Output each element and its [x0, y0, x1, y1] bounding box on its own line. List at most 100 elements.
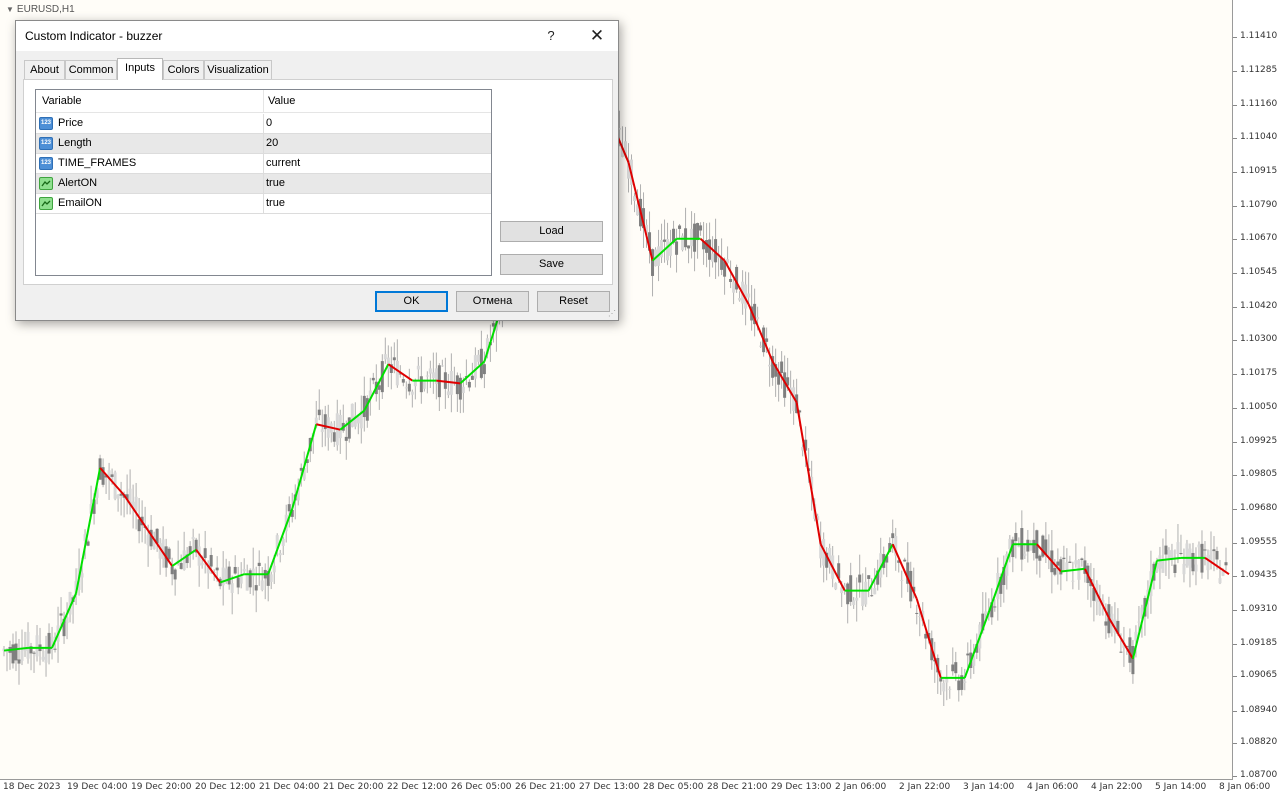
reset-button[interactable]: Reset [537, 291, 610, 312]
price-tick-label: 1.09680 [1240, 502, 1278, 513]
dialog-title: Custom Indicator - buzzer [25, 29, 163, 43]
candle-body [383, 354, 387, 360]
row-divider [263, 114, 264, 134]
candle-body [1176, 542, 1180, 555]
candle-body [687, 245, 691, 249]
candle-body [1203, 549, 1207, 551]
candle-body [287, 504, 291, 512]
candle-body [17, 659, 21, 664]
tab-visualization[interactable]: Visualization [204, 60, 272, 79]
candle-body [236, 577, 240, 588]
dialog-titlebar[interactable]: Custom Indicator - buzzer ? ✕ [16, 21, 618, 51]
price-tick-label: 1.09435 [1240, 569, 1278, 580]
candle-body [1179, 552, 1183, 554]
header-divider[interactable] [263, 90, 264, 112]
time-tick-label: 19 Dec 20:00 [131, 782, 192, 792]
candle-body [1062, 557, 1066, 560]
tab-colors[interactable]: Colors [163, 60, 204, 79]
time-tick-label: 21 Dec 04:00 [259, 782, 320, 792]
param-value[interactable]: 20 [266, 137, 278, 149]
candle-body [170, 566, 174, 575]
candle-body [410, 391, 414, 395]
candle-body [756, 317, 760, 320]
candle-body [1071, 580, 1075, 582]
candle-body [903, 559, 907, 562]
param-value[interactable]: true [266, 197, 285, 209]
save-button[interactable]: Save [500, 254, 603, 275]
number-type-icon: 123 [39, 117, 53, 130]
param-value[interactable]: 0 [266, 117, 272, 129]
row-divider [263, 154, 264, 174]
candle-body [1131, 645, 1135, 675]
indicator-line-segment [747, 303, 774, 362]
time-tick-label: 20 Dec 12:00 [195, 782, 256, 792]
price-tick-label: 1.11160 [1240, 99, 1278, 110]
candle-body [440, 365, 444, 367]
candle-body [473, 355, 477, 379]
candle-body [1104, 621, 1108, 626]
candle-body [765, 338, 769, 342]
param-name: AlertON [58, 177, 98, 189]
candle-body [954, 662, 958, 674]
cancel-button[interactable]: Отмена [456, 291, 529, 312]
candle-body [891, 533, 895, 539]
boolean-type-glyph [41, 200, 51, 207]
candle-body [344, 436, 348, 441]
candle-body [942, 682, 946, 692]
candle-body [419, 376, 423, 393]
resize-grip-icon[interactable]: ⋰ [608, 310, 616, 318]
candle-body [768, 364, 772, 367]
candle-body [1185, 543, 1189, 566]
candle-body [371, 377, 375, 381]
tab-common[interactable]: Common [65, 60, 117, 79]
param-value[interactable]: current [266, 157, 300, 169]
param-row-price[interactable]: 123 Price 0 [36, 114, 491, 134]
price-tick-label: 1.11040 [1240, 131, 1278, 142]
header-value[interactable]: Value [268, 95, 295, 107]
ok-button[interactable]: OK [375, 291, 448, 312]
price-tick-mark [1233, 105, 1237, 107]
tab-about[interactable]: About [24, 60, 65, 79]
candle-body [1065, 562, 1069, 570]
candle-body [1197, 544, 1201, 548]
candle-body [873, 588, 877, 595]
time-tick-label: 29 Dec 13:00 [771, 782, 832, 792]
candle-body [1014, 533, 1018, 542]
candle-body [834, 583, 838, 590]
candle-body [1023, 553, 1027, 556]
param-row-emailon[interactable]: EmailON true [36, 194, 491, 214]
param-row-length[interactable]: 123 Length 20 [36, 134, 491, 154]
row-divider [263, 134, 264, 154]
candle-body [660, 239, 664, 258]
candle-body [1206, 554, 1210, 571]
param-row-time-frames[interactable]: 123 TIME_FRAMES current [36, 154, 491, 174]
tab-inputs[interactable]: Inputs [117, 58, 163, 80]
price-tick-label: 1.09185 [1240, 637, 1278, 648]
help-button[interactable]: ? [538, 25, 564, 47]
param-name: Length [58, 137, 92, 149]
indicator-line-segment [627, 162, 654, 261]
chart-menu-icon[interactable]: ▼ [6, 5, 14, 14]
price-tick-label: 1.08700 [1240, 770, 1278, 780]
candle-body [254, 585, 258, 591]
price-tick-mark [1233, 441, 1237, 443]
indicator-line-segment [963, 612, 990, 679]
close-button[interactable]: ✕ [584, 25, 610, 47]
candle-body [467, 381, 471, 388]
header-variable[interactable]: Variable [42, 95, 82, 107]
price-tick-mark [1233, 474, 1237, 476]
candle-body [738, 298, 742, 301]
price-tick-mark [1233, 643, 1237, 645]
price-tick-label: 1.10790 [1240, 200, 1278, 211]
price-tick-label: 1.10420 [1240, 300, 1278, 311]
symbol-label: ▼ EURUSD,H1 [6, 4, 75, 15]
price-tick-mark [1233, 609, 1237, 611]
param-value[interactable]: true [266, 177, 285, 189]
param-row-alerton[interactable]: AlertON true [36, 174, 491, 194]
load-button[interactable]: Load [500, 221, 603, 242]
candle-body [251, 568, 255, 577]
price-tick-label: 1.10175 [1240, 367, 1278, 378]
price-tick-mark [1233, 508, 1237, 510]
candle-body [146, 534, 150, 546]
candle-body [317, 409, 321, 416]
